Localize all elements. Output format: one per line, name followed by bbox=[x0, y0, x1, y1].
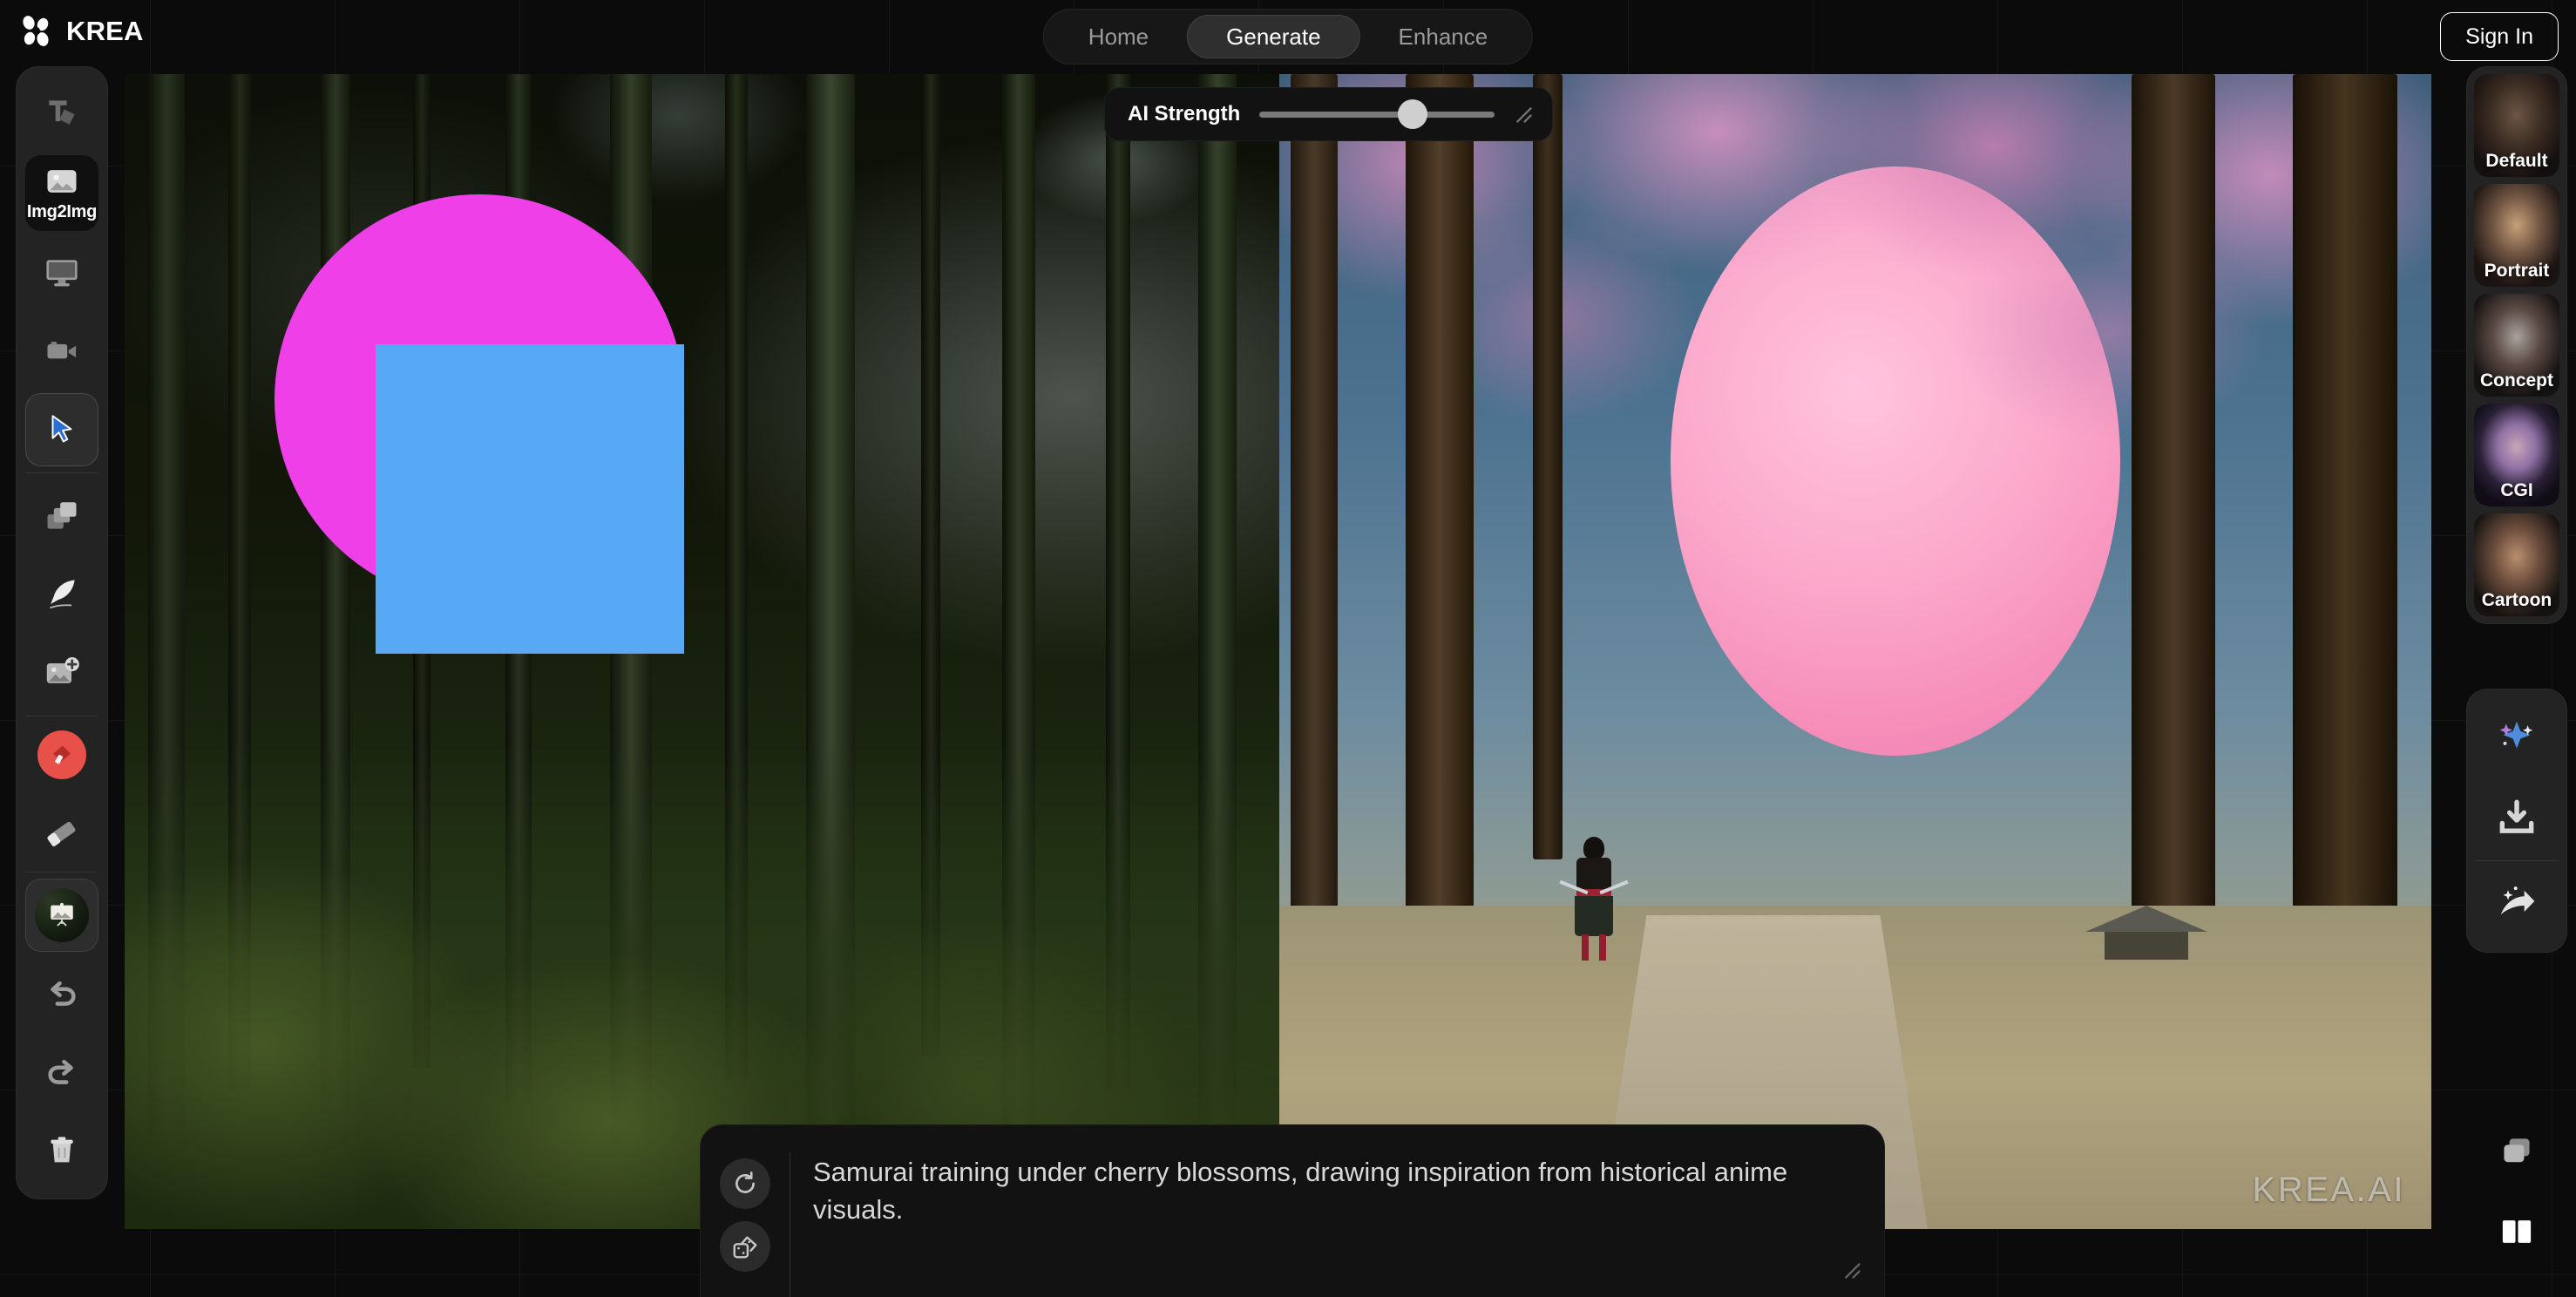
realtime-tool[interactable] bbox=[25, 236, 98, 309]
feather-quill-icon bbox=[50, 580, 75, 609]
download-button[interactable] bbox=[2477, 778, 2557, 859]
video-camera-icon bbox=[47, 342, 77, 359]
style-card-cartoon[interactable]: Cartoon bbox=[2474, 513, 2559, 616]
style-label-concept: Concept bbox=[2480, 370, 2553, 390]
split-view-button[interactable] bbox=[2480, 1199, 2553, 1264]
ai-strength-slider[interactable] bbox=[1259, 99, 1495, 129]
style-card-portrait[interactable]: Portrait bbox=[2474, 184, 2559, 287]
undo-button[interactable] bbox=[25, 957, 98, 1030]
sign-in-button[interactable]: Sign In bbox=[2440, 12, 2559, 61]
dice-icon bbox=[733, 1236, 757, 1259]
copy-layers-icon bbox=[2504, 1138, 2530, 1163]
tab-enhance[interactable]: Enhance bbox=[1360, 15, 1527, 58]
color-tool[interactable] bbox=[37, 730, 86, 779]
delete-button[interactable] bbox=[25, 1114, 98, 1187]
text-tool[interactable] bbox=[25, 77, 98, 150]
action-rail-divider bbox=[2475, 860, 2559, 861]
krea-watermark: KREA.AI bbox=[2252, 1171, 2405, 1209]
eraser-icon bbox=[47, 821, 76, 846]
send-to-button[interactable] bbox=[2477, 863, 2557, 943]
add-image-tool[interactable] bbox=[25, 636, 98, 710]
shapes-stack-icon bbox=[47, 502, 77, 529]
slider-thumb[interactable] bbox=[1397, 99, 1427, 129]
cursor-arrow-icon bbox=[51, 415, 72, 443]
style-label-portrait: Portrait bbox=[2484, 261, 2550, 281]
enhance-button[interactable] bbox=[2477, 698, 2557, 778]
tab-home[interactable]: Home bbox=[1050, 15, 1187, 58]
style-label-cartoon: Cartoon bbox=[2481, 590, 2552, 610]
forest-photo bbox=[125, 74, 1279, 1229]
rail-divider-3 bbox=[26, 872, 98, 873]
magic-share-icon bbox=[2500, 886, 2535, 914]
draw-tool[interactable] bbox=[25, 558, 98, 631]
cherry-blossom-photo bbox=[1279, 74, 2431, 1229]
ai-strength-label: AI Strength bbox=[1128, 102, 1241, 126]
split-panel-icon bbox=[2502, 1220, 2532, 1243]
shapes-tool[interactable] bbox=[25, 479, 98, 553]
action-rail bbox=[2466, 689, 2567, 953]
corner-rail bbox=[2466, 1119, 2567, 1264]
style-card-concept[interactable]: Concept bbox=[2474, 294, 2559, 397]
generated-image-panel[interactable]: KREA.AI bbox=[1279, 74, 2431, 1229]
top-navigation-bar: KREA Home Generate Enhance Sign In bbox=[0, 0, 2576, 73]
brand[interactable]: KREA bbox=[19, 14, 144, 49]
sparkles-icon bbox=[2499, 721, 2533, 749]
source-image-panel[interactable] bbox=[125, 74, 1279, 1229]
main-tabs: Home Generate Enhance bbox=[1042, 9, 1534, 65]
blue-square[interactable] bbox=[376, 344, 684, 654]
resize-grip-icon[interactable] bbox=[1514, 105, 1533, 124]
download-icon bbox=[2499, 799, 2534, 833]
pagoda bbox=[2085, 906, 2208, 960]
img2img-label: Img2Img bbox=[26, 202, 98, 221]
undo-arrow-icon bbox=[51, 981, 76, 1006]
trash-can-icon bbox=[51, 1137, 73, 1163]
eraser-tool[interactable] bbox=[25, 792, 98, 866]
redo-arrow-icon bbox=[48, 1059, 73, 1084]
style-card-default[interactable]: Default bbox=[2474, 74, 2559, 177]
rotate-ccw-icon bbox=[736, 1171, 755, 1193]
style-label-default: Default bbox=[2485, 151, 2548, 171]
style-preset-rail: Default Portrait Concept CGI Cartoon bbox=[2466, 66, 2567, 624]
style-label-cgi: CGI bbox=[2500, 480, 2533, 500]
krea-logo-icon bbox=[23, 16, 49, 46]
brand-name: KREA bbox=[66, 16, 144, 46]
select-tool[interactable] bbox=[25, 393, 98, 466]
image-canvas[interactable]: KREA.AI bbox=[125, 74, 2431, 1229]
slider-track bbox=[1259, 111, 1495, 118]
text-paint-icon bbox=[49, 100, 75, 125]
prompt-bar bbox=[700, 1124, 1885, 1297]
img2img-tool[interactable]: Img2Img bbox=[25, 155, 98, 231]
canvas-thumbnail bbox=[35, 888, 89, 942]
image-frame-icon bbox=[51, 902, 73, 927]
image-icon bbox=[47, 170, 77, 193]
rail-divider-1 bbox=[26, 472, 98, 473]
krea-app-window: KREA.AI KREA Home Generate Enhance Sign … bbox=[0, 0, 2576, 1297]
canvas-image-tool[interactable] bbox=[25, 879, 98, 952]
prompt-actions bbox=[720, 1153, 770, 1272]
add-image-icon bbox=[46, 657, 79, 683]
prompt-resize-grip-icon[interactable] bbox=[1842, 1260, 1861, 1280]
randomize-prompt-button[interactable] bbox=[720, 1221, 770, 1272]
duplicate-button[interactable] bbox=[2480, 1119, 2553, 1184]
left-tool-rail: Img2Img bbox=[16, 66, 108, 1199]
paint-bucket-icon bbox=[53, 745, 71, 764]
samurai-figure bbox=[1559, 836, 1629, 968]
video-tool[interactable] bbox=[25, 315, 98, 388]
reset-prompt-button[interactable] bbox=[720, 1158, 770, 1209]
ai-strength-panel: AI Strength bbox=[1104, 87, 1554, 141]
style-card-cgi[interactable]: CGI bbox=[2474, 404, 2559, 506]
redo-button[interactable] bbox=[25, 1036, 98, 1109]
prompt-input[interactable] bbox=[813, 1153, 1861, 1275]
tab-generate[interactable]: Generate bbox=[1187, 15, 1360, 58]
monitor-icon bbox=[46, 260, 78, 287]
